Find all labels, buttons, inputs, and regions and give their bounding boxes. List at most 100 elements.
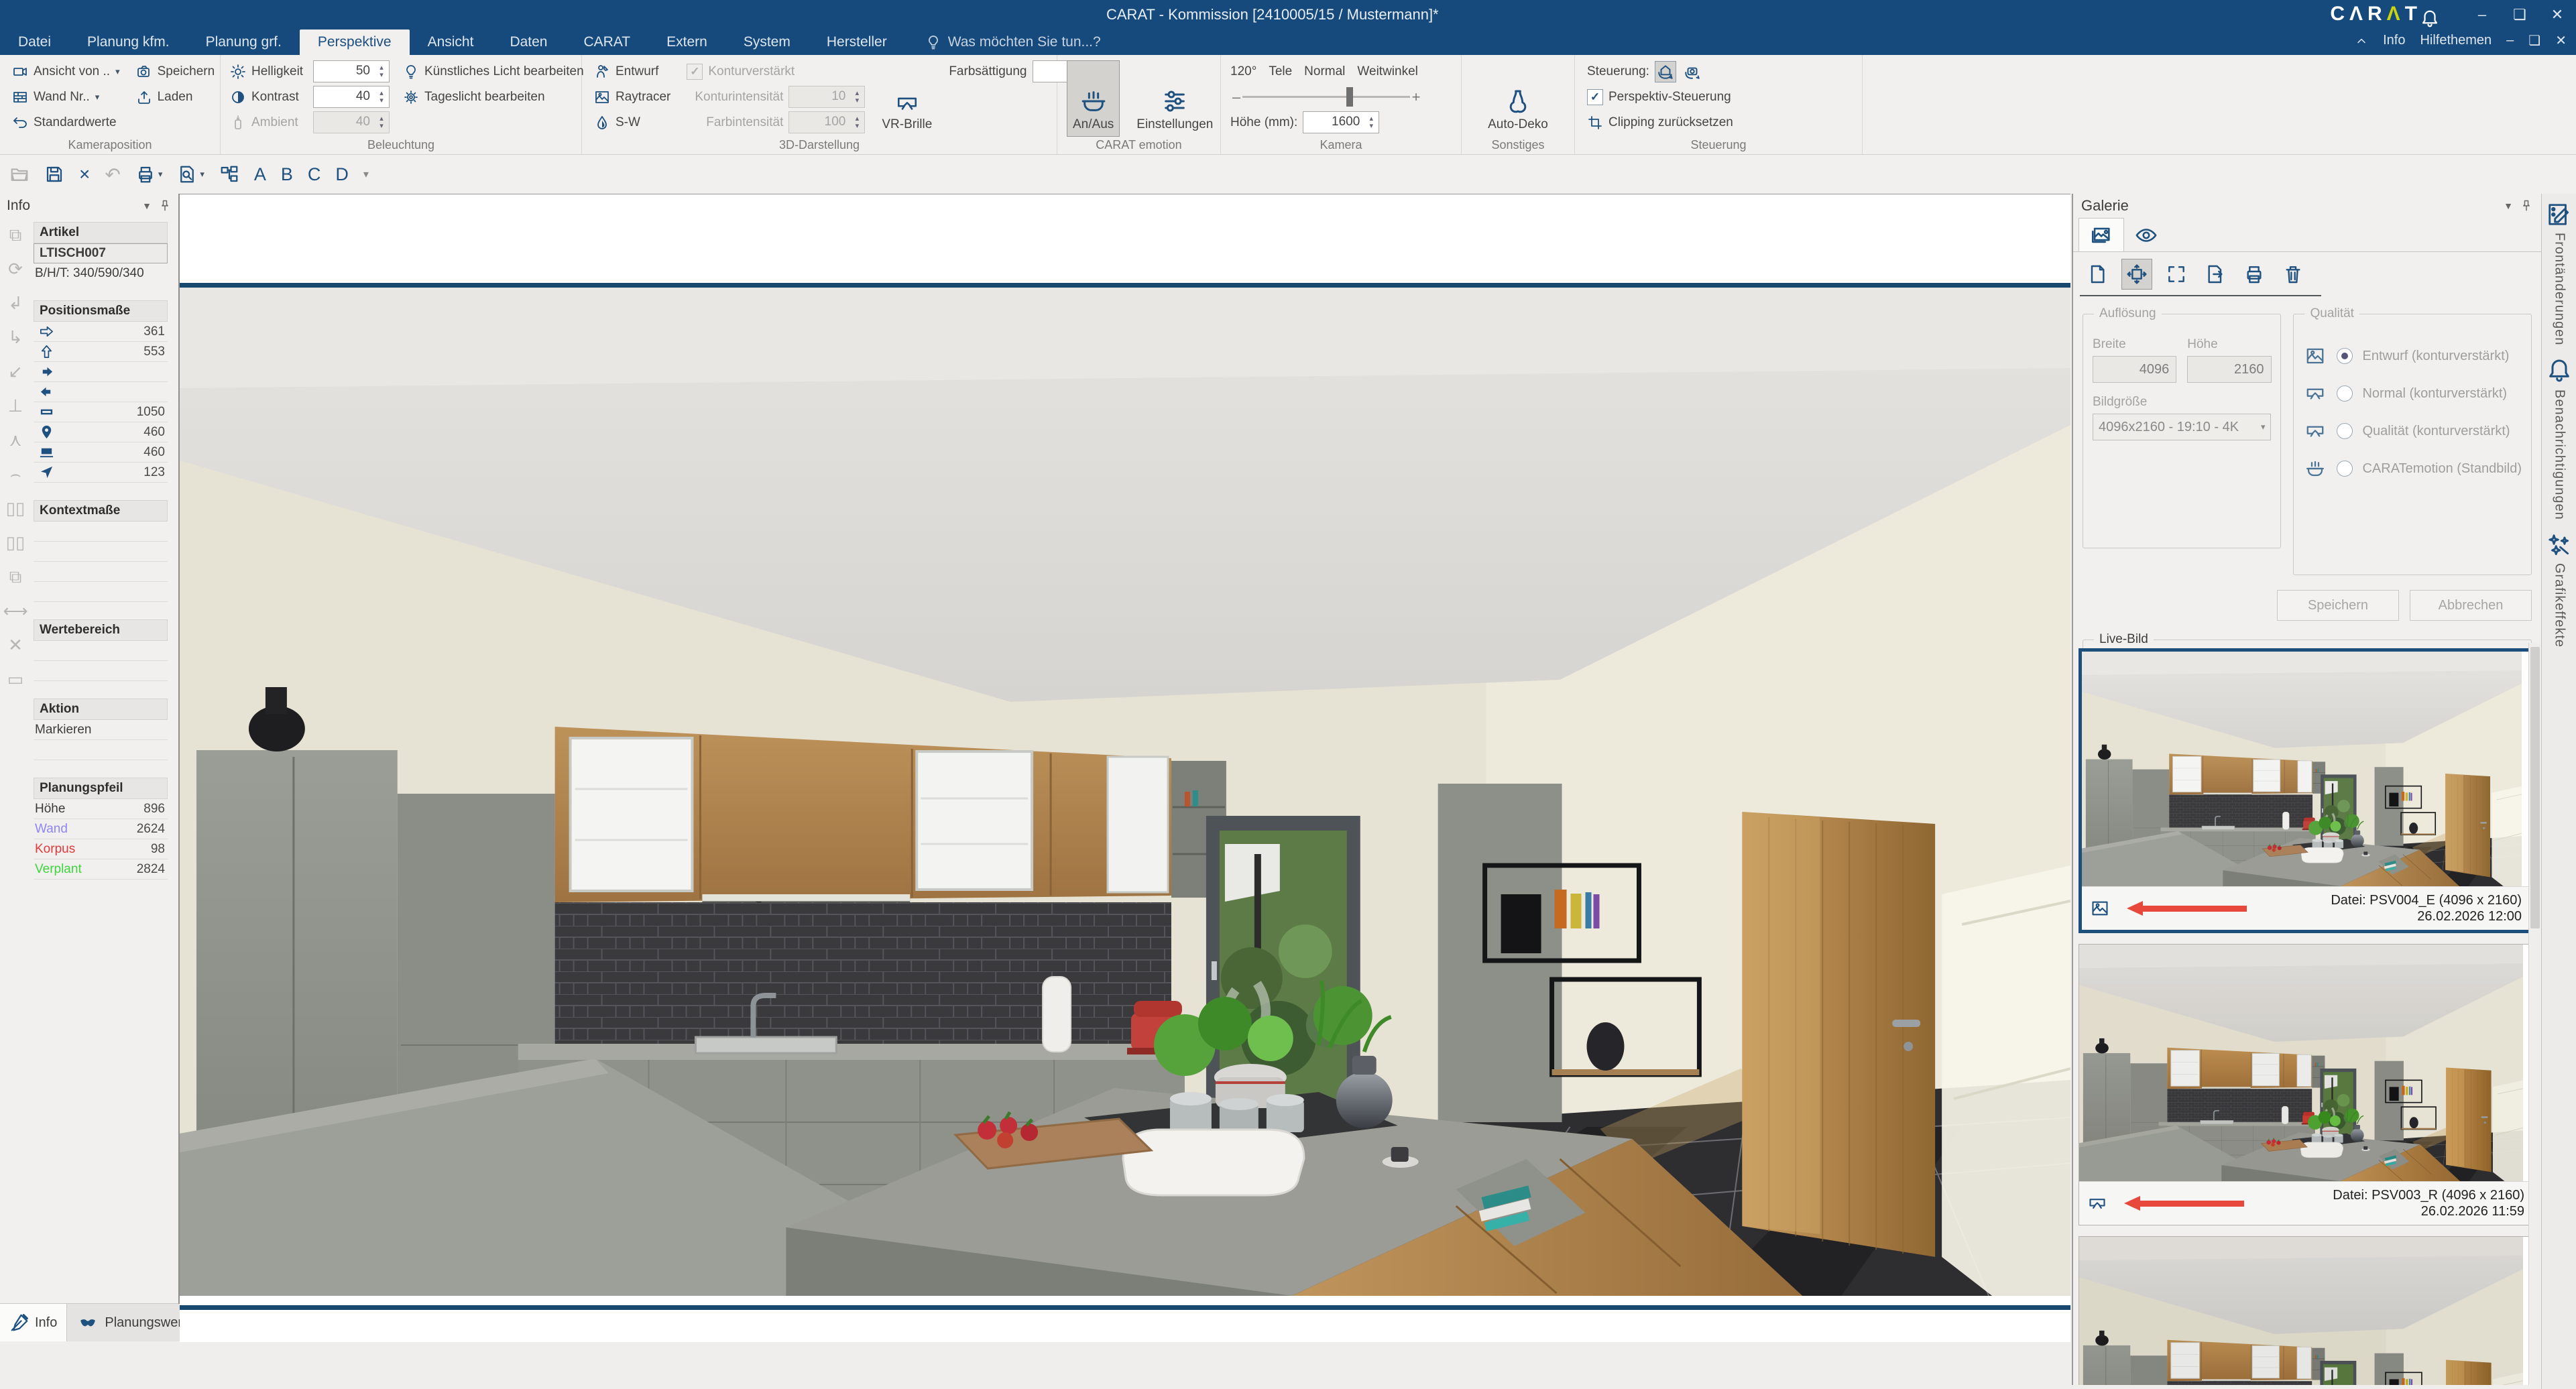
ansicht-von-button[interactable]: Ansicht von ..▾	[9, 60, 123, 82]
tool-corner-icon[interactable]: ↲	[8, 294, 23, 312]
doc-restore-button[interactable]: ❏	[2528, 32, 2540, 49]
kitchen-render[interactable]	[180, 283, 2070, 1310]
tool-copy-icon[interactable]: ⧉	[9, 226, 22, 243]
tab-frontaenderungen[interactable]: Frontänderungen	[2546, 198, 2572, 349]
fov-slider[interactable]	[1242, 86, 1410, 108]
tool-align-top-icon[interactable]: ⊥	[8, 397, 23, 414]
menu-planung-kfm[interactable]: Planung kfm.	[69, 29, 188, 55]
gallery-images-tab[interactable]	[2079, 218, 2124, 251]
3d-viewport[interactable]	[180, 194, 2070, 1342]
menu-daten[interactable]: Daten	[491, 29, 565, 55]
normal-option[interactable]: Normal	[1304, 64, 1345, 79]
undo-button[interactable]: ↶	[105, 164, 120, 186]
panel-menu-icon[interactable]: ▼	[142, 200, 152, 211]
standardwerte-button[interactable]: Standardwerte	[9, 111, 123, 133]
menu-carat[interactable]: CARAT	[566, 29, 649, 55]
tool-timer-icon[interactable]: ▭	[7, 670, 24, 688]
menu-hersteller[interactable]: Hersteller	[809, 29, 905, 55]
helligkeit-spinner[interactable]: 50▴▾	[313, 60, 390, 82]
hoehe-spinner[interactable]: 1600▴▾	[1303, 111, 1379, 133]
menu-ansicht[interactable]: Ansicht	[410, 29, 492, 55]
auto-deko-button[interactable]: Auto-Deko	[1482, 60, 1554, 137]
orbit-scene-button[interactable]	[1655, 61, 1676, 82]
menu-planung-grf[interactable]: Planung grf.	[188, 29, 300, 55]
tool-delete-icon[interactable]: ✕	[8, 636, 23, 654]
tab-info[interactable]: Info	[0, 1304, 67, 1341]
tool-rotate-icon[interactable]: ⟳	[8, 260, 23, 278]
maximize-button[interactable]: ❏	[2501, 0, 2538, 29]
open-button[interactable]	[9, 164, 30, 184]
delete-button[interactable]: ×	[79, 164, 90, 185]
gallery-scrollbar[interactable]	[2528, 643, 2541, 1385]
quality-option-normal[interactable]: Normal (konturverstärkt)	[2303, 375, 2522, 412]
tageslicht-button[interactable]: Tageslicht bearbeiten	[400, 86, 587, 108]
tell-me-search[interactable]: Was möchten Sie tun...?	[925, 29, 1101, 55]
alternative-b-button[interactable]: B	[281, 164, 293, 185]
abbrechen-button[interactable]: Abbrechen	[2410, 590, 2532, 621]
emotion-anaus-button[interactable]: An/Aus	[1067, 60, 1120, 137]
delete-image-button[interactable]	[2278, 259, 2308, 289]
thumbnail-psv002[interactable]: Datei: PSV002_R (4096 x 2160)26.02.2026 …	[2079, 1236, 2532, 1385]
quality-option-qualitaet[interactable]: Qualität (konturverstärkt)	[2303, 412, 2522, 450]
speichern-button[interactable]: Speichern	[2277, 590, 2399, 621]
menu-system[interactable]: System	[725, 29, 809, 55]
doc-minimize-button[interactable]: –	[2506, 33, 2514, 48]
menu-perspektive[interactable]: Perspektive	[300, 29, 410, 55]
alternative-a-button[interactable]: A	[254, 164, 266, 185]
tool-corner2-icon[interactable]: ↳	[8, 328, 23, 346]
tool-swap-icon[interactable]: ⧉	[9, 568, 22, 585]
tab-grafikeffekte[interactable]: Grafikeffekte	[2546, 528, 2572, 652]
panel-menu-icon[interactable]: ▼	[2504, 200, 2513, 211]
pin-icon[interactable]	[158, 199, 172, 213]
wand-nr-button[interactable]: Wand Nr..▾	[9, 86, 123, 108]
new-image-button[interactable]	[2083, 259, 2112, 289]
weitwinkel-option[interactable]: Weitwinkel	[1357, 64, 1417, 79]
tool-spread-icon[interactable]: ▯▯	[6, 499, 25, 517]
thumbnail-psv004[interactable]: Datei: PSV004_E (4096 x 2160)26.02.2026 …	[2079, 648, 2532, 933]
tool-measure-icon[interactable]: ⟷	[3, 602, 27, 619]
orbit-camera-button[interactable]	[1682, 61, 1703, 82]
slider-handle[interactable]	[1346, 87, 1353, 107]
print-button[interactable]: ▾	[135, 164, 163, 184]
fullscreen-button[interactable]	[2162, 259, 2191, 289]
raytracer-button[interactable]: Raytracer	[591, 86, 673, 108]
kamera-speichern-button[interactable]: Speichern	[133, 60, 218, 82]
minimize-button[interactable]: –	[2463, 0, 2501, 29]
save-button[interactable]	[44, 164, 64, 184]
export-button[interactable]	[2201, 259, 2230, 289]
hierarchy-button[interactable]	[219, 164, 239, 184]
kontrast-spinner[interactable]: 40▴▾	[313, 86, 390, 108]
doc-close-button[interactable]: ✕	[2555, 32, 2567, 49]
fit-view-button[interactable]	[2121, 259, 2152, 290]
print-preview-button[interactable]: ▾	[177, 164, 204, 184]
artikel-code[interactable]: LTISCH007	[34, 243, 168, 263]
alternative-c-button[interactable]: C	[308, 164, 321, 185]
zoom-in-button[interactable]: +	[1410, 88, 1422, 106]
tool-join-icon[interactable]: ⋏	[9, 431, 21, 448]
scrollbar-thumb[interactable]	[2530, 647, 2540, 928]
tool-corner3-icon[interactable]: ↙	[8, 363, 23, 380]
quality-option-entwurf[interactable]: Entwurf (konturverstärkt)	[2303, 337, 2522, 375]
clipping-button[interactable]: Clipping zurücksetzen	[1584, 111, 1736, 133]
gallery-eye-tab[interactable]	[2124, 219, 2168, 251]
print-image-button[interactable]	[2239, 259, 2269, 289]
entwurf-button[interactable]: Entwurf	[591, 60, 673, 82]
help-info-link[interactable]: Info	[2383, 33, 2405, 48]
collapse-ribbon-icon[interactable]	[2355, 34, 2368, 48]
tool-shrink-icon[interactable]: ▯▯	[6, 534, 25, 551]
emotion-einstellungen-button[interactable]: Einstellungen	[1130, 60, 1219, 137]
zoom-out-button[interactable]: –	[1230, 88, 1242, 106]
menu-extern[interactable]: Extern	[648, 29, 725, 55]
help-topics-link[interactable]: Hilfethemen	[2420, 33, 2492, 48]
close-button[interactable]: ✕	[2538, 0, 2576, 29]
perspektiv-steuerung-checkbox[interactable]: Perspektiv-Steuerung	[1584, 86, 1736, 108]
pin-icon[interactable]	[2520, 199, 2533, 213]
tele-option[interactable]: Tele	[1269, 64, 1292, 79]
tool-arc-icon[interactable]: ⌢	[9, 465, 21, 483]
thumbnail-psv003[interactable]: Datei: PSV003_R (4096 x 2160)26.02.2026 …	[2079, 944, 2532, 1225]
alternative-d-button[interactable]: D	[335, 164, 349, 185]
menu-datei[interactable]: Datei	[0, 29, 69, 55]
vr-brille-button[interactable]: VR-Brille	[876, 60, 938, 137]
toolbar-overflow-icon[interactable]: ▾	[363, 168, 369, 181]
kuenstliches-licht-button[interactable]: Künstliches Licht bearbeiten	[400, 60, 587, 82]
